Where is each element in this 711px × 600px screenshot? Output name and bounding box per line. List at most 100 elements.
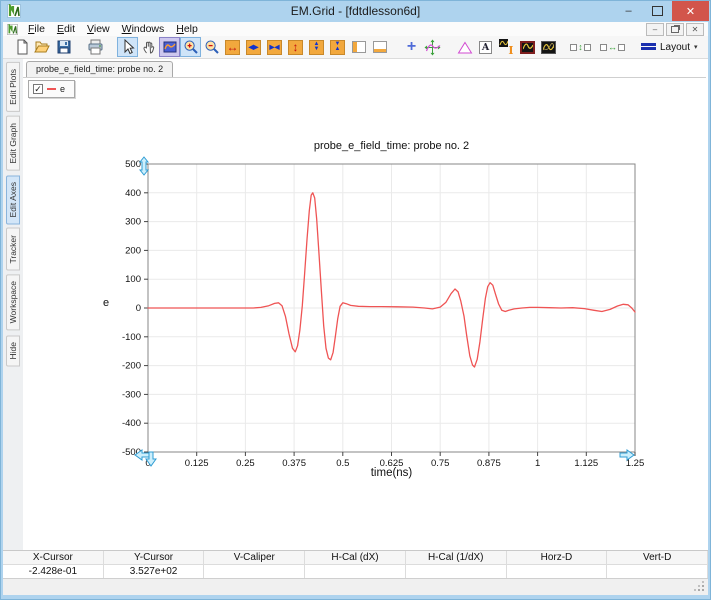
zoom-in-button[interactable] xyxy=(180,37,201,57)
new-document-button[interactable] xyxy=(11,37,32,57)
titlebar: EM.Grid - [fdtdlesson6d] – ✕ xyxy=(1,1,710,22)
y-tick-label: -300 xyxy=(122,389,141,400)
tracker-axes-icon xyxy=(424,39,441,56)
window-title: EM.Grid - [fdtdlesson6d] xyxy=(290,4,421,18)
sidebar-tab-edit-axes[interactable]: Edit Axes xyxy=(6,174,20,224)
x-axis-label: time(ns) xyxy=(370,467,413,479)
h-fit-button[interactable]: ↔ xyxy=(222,37,243,57)
sidebar-tab-edit-plots[interactable]: Edit Plots xyxy=(6,62,20,112)
status-value-y-cursor: 3.527e+02 xyxy=(104,565,205,578)
y-axis-label: e xyxy=(103,297,110,309)
menu-windows[interactable]: Windows xyxy=(116,23,171,35)
axis-anchor-top-left[interactable] xyxy=(138,156,150,176)
chevron-down-icon: ▾ xyxy=(694,44,698,51)
status-value-horz-d xyxy=(507,565,608,578)
sidebar-tab-tracker[interactable]: Tracker xyxy=(6,227,20,271)
open-file-button[interactable] xyxy=(32,37,53,57)
maximize-icon xyxy=(652,6,663,16)
plot-theme-dark-button[interactable] xyxy=(517,37,538,57)
h-fit-icon: ↔ xyxy=(225,39,240,55)
legend-series-checkbox[interactable]: ✓ xyxy=(33,84,43,94)
y-tick-label: -100 xyxy=(122,332,141,343)
select-arrow-button[interactable] xyxy=(117,37,138,57)
h-expand-icon: ◀▶ xyxy=(246,39,261,55)
sidebar-tab-workspace[interactable]: Workspace xyxy=(6,274,20,331)
legend-box[interactable]: ✓ e xyxy=(28,80,76,98)
close-button[interactable]: ✕ xyxy=(672,1,709,21)
toolbar-separator xyxy=(74,47,85,48)
y-tick-label: 0 xyxy=(136,303,141,314)
document-tab[interactable]: probe_e_field_time: probe no. 2 xyxy=(26,61,174,77)
h-expand-button[interactable]: ◀▶ xyxy=(243,37,264,57)
add-marker-icon: + xyxy=(406,38,417,55)
y-tick-label: 300 xyxy=(125,217,141,228)
sidebar-tab-hide[interactable]: Hide xyxy=(6,334,20,367)
toolbar-separator xyxy=(106,47,117,48)
toolbar: ↔ ◀▶ ▶◀ ↕ ▲ ▼ ▼ ▲ + A I ↕ ↔ Layout ▾ xyxy=(3,36,708,59)
caliper-triangle-button[interactable] xyxy=(454,37,475,57)
status-header-h-cal-dx: H-Cal (dX) xyxy=(305,551,406,564)
mdi-minimize-button[interactable]: – xyxy=(646,22,664,36)
status-header-y-cursor: Y-Cursor xyxy=(104,551,205,564)
status-header-vert-d: Vert-D xyxy=(607,551,709,564)
layout-label: Layout xyxy=(660,41,691,53)
minimize-button[interactable]: – xyxy=(614,1,643,21)
plot-theme-multi-button[interactable] xyxy=(538,37,559,57)
chart-plot-area[interactable]: 5004003002001000-100-200-300-400-5000 0.1… xyxy=(23,78,708,551)
status-strip xyxy=(3,578,708,595)
save-file-icon xyxy=(56,39,72,55)
v-shrink-icon: ▼ ▲ xyxy=(330,39,345,55)
document-logo-icon xyxy=(7,23,18,35)
panel-horizontal-button[interactable] xyxy=(369,37,390,57)
legend-series-label: e xyxy=(60,84,66,94)
maximize-button[interactable] xyxy=(643,1,672,21)
v-fit-button[interactable]: ↕ xyxy=(285,37,306,57)
open-file-icon xyxy=(34,39,51,55)
status-header-v-caliper: V-Caliper xyxy=(204,551,306,564)
save-file-button[interactable] xyxy=(53,37,74,57)
print-icon xyxy=(87,39,104,55)
pan-hand-button[interactable] xyxy=(138,37,159,57)
toolbar-separator xyxy=(623,47,634,48)
panel-horizontal-icon xyxy=(372,41,387,53)
toolbar-separator xyxy=(443,47,454,48)
add-marker-button[interactable]: + xyxy=(401,37,422,57)
layout-dropdown-button[interactable]: Layout ▾ xyxy=(634,37,705,57)
resize-grip-icon[interactable] xyxy=(702,589,704,591)
v-distribute-button[interactable]: ↕ xyxy=(570,37,591,57)
plot-canvas[interactable]: ✓ e probe_e_field_time: probe no. 2 500 4… xyxy=(23,77,706,550)
mdi-restore-button[interactable] xyxy=(666,22,684,36)
menu-edit[interactable]: Edit xyxy=(51,23,81,35)
menu-file[interactable]: File xyxy=(22,23,51,35)
print-button[interactable] xyxy=(85,37,106,57)
status-header-h-cal-1-dx: H-Cal (1/dX) xyxy=(406,551,507,564)
layout-bars-icon xyxy=(641,38,656,56)
copy-plot-icon: I xyxy=(498,39,515,57)
cursor-statusbar: X-Cursor Y-Cursor V-Caliper H-Cal (dX) H-Cal… xyxy=(3,550,709,578)
h-distribute-button[interactable]: ↔ xyxy=(600,37,625,57)
menu-help[interactable]: Help xyxy=(170,23,204,35)
menu-view[interactable]: View xyxy=(81,23,116,35)
text-annotation-button[interactable]: A xyxy=(475,37,496,57)
sidebar-tabstrip: Edit Plots Edit Graph Edit Axes Tracker Work… xyxy=(3,59,23,550)
y-tick-label: -400 xyxy=(122,418,141,429)
v-distribute-icon: ↕ xyxy=(570,42,591,52)
zoom-window-button[interactable] xyxy=(159,37,180,57)
v-shrink-button[interactable]: ▼ ▲ xyxy=(327,37,348,57)
menubar: File Edit View Windows Help – ✕ xyxy=(3,22,708,37)
plot-theme-multi-icon xyxy=(541,40,556,54)
zoom-out-button[interactable] xyxy=(201,37,222,57)
status-value-h-cal-dx xyxy=(305,565,406,578)
toolbar-separator xyxy=(559,47,570,48)
restore-icon xyxy=(671,25,679,33)
copy-plot-button[interactable]: I xyxy=(496,37,517,57)
panel-vertical-button[interactable] xyxy=(348,37,369,57)
y-tick-label: 500 xyxy=(125,159,141,170)
v-expand-button[interactable]: ▲ ▼ xyxy=(306,37,327,57)
y-tick-label: 400 xyxy=(125,188,141,199)
sidebar-tab-edit-graph[interactable]: Edit Graph xyxy=(6,115,20,171)
tracker-axes-button[interactable] xyxy=(422,37,443,57)
mdi-close-button[interactable]: ✕ xyxy=(686,22,704,36)
y-tick-label: 100 xyxy=(125,274,141,285)
h-shrink-button[interactable]: ▶◀ xyxy=(264,37,285,57)
